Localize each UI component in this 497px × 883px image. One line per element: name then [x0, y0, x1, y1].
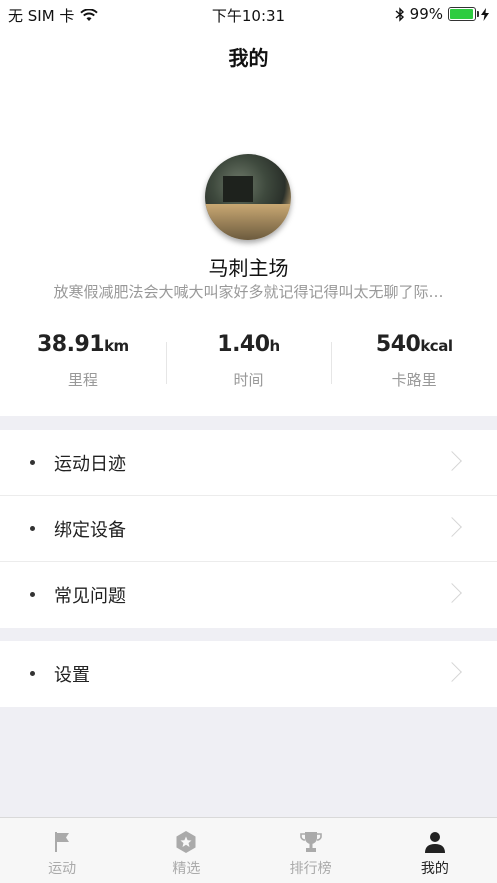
tab-label: 我的: [420, 861, 449, 877]
menu-item-faq[interactable]: 常见问题: [0, 562, 497, 628]
menu-item-bind-device[interactable]: 绑定设备: [0, 496, 497, 562]
chevron-right-icon: [442, 517, 462, 537]
charging-icon: [481, 7, 489, 21]
tab-mine[interactable]: 我的: [373, 818, 497, 883]
bullet-icon: [30, 592, 35, 597]
bullet-icon: [30, 460, 35, 465]
stat-distance-value: 38.91: [36, 332, 105, 357]
menu-item-label: 运动日迹: [54, 454, 126, 475]
person-icon: [424, 832, 445, 853]
tab-label: 运动: [48, 861, 77, 877]
chevron-right-icon: [442, 662, 462, 682]
stats-row: 38.91km 里程 1.40h 时间 540kcal 卡路里: [0, 332, 497, 396]
chevron-right-icon: [442, 583, 462, 603]
user-signature: 放寒假减肥法会大喊大叫家好多就记得记得叫太无聊了际…: [53, 283, 444, 301]
bluetooth-icon: [395, 6, 404, 22]
battery-icon: [448, 7, 479, 21]
battery-percent: 99%: [409, 5, 443, 23]
carrier-label: 无 SIM 卡: [8, 7, 75, 25]
stat-time-value: 1.40: [217, 332, 270, 357]
chevron-right-icon: [442, 451, 462, 471]
tab-leaderboard[interactable]: 排行榜: [249, 818, 373, 883]
tab-sport[interactable]: 运动: [0, 818, 124, 883]
wifi-icon: [80, 9, 99, 21]
stat-distance-label: 里程: [67, 371, 98, 389]
stat-time: 1.40h 时间: [165, 332, 332, 396]
stat-calories: 540kcal 卡路里: [331, 332, 497, 396]
stat-time-unit: h: [269, 337, 281, 355]
menu-item-label: 常见问题: [54, 586, 126, 607]
tab-bar: 运动 精选 排行榜 我的: [0, 817, 497, 883]
tab-label: 精选: [172, 861, 201, 877]
star-badge-icon: [176, 831, 196, 853]
menu-item-label: 绑定设备: [54, 520, 126, 541]
trophy-icon: [299, 832, 322, 852]
menu-item-label: 设置: [54, 665, 90, 686]
menu-item-settings[interactable]: 设置: [0, 641, 497, 707]
tab-label: 排行榜: [289, 861, 332, 877]
bullet-icon: [30, 526, 35, 531]
flag-icon: [55, 832, 70, 852]
username: 马刺主场: [208, 256, 289, 280]
stat-time-label: 时间: [233, 371, 264, 389]
bullet-icon: [30, 671, 35, 676]
menu-item-activity-log[interactable]: 运动日迹: [0, 430, 497, 496]
status-bar: 下午10:31 无 SIM 卡 99%: [0, 0, 497, 28]
menu-group-settings: 设置: [0, 641, 497, 707]
stat-distance: 38.91km 里程: [0, 332, 166, 396]
stat-calories-label: 卡路里: [391, 371, 437, 389]
tab-featured[interactable]: 精选: [124, 818, 248, 883]
page-title: 我的: [228, 46, 269, 70]
menu-group-main: 运动日迹 绑定设备 常见问题: [0, 430, 497, 628]
stat-calories-value: 540: [375, 332, 421, 357]
stat-distance-unit: km: [104, 337, 129, 355]
stat-calories-unit: kcal: [420, 337, 453, 355]
avatar[interactable]: [205, 154, 291, 240]
